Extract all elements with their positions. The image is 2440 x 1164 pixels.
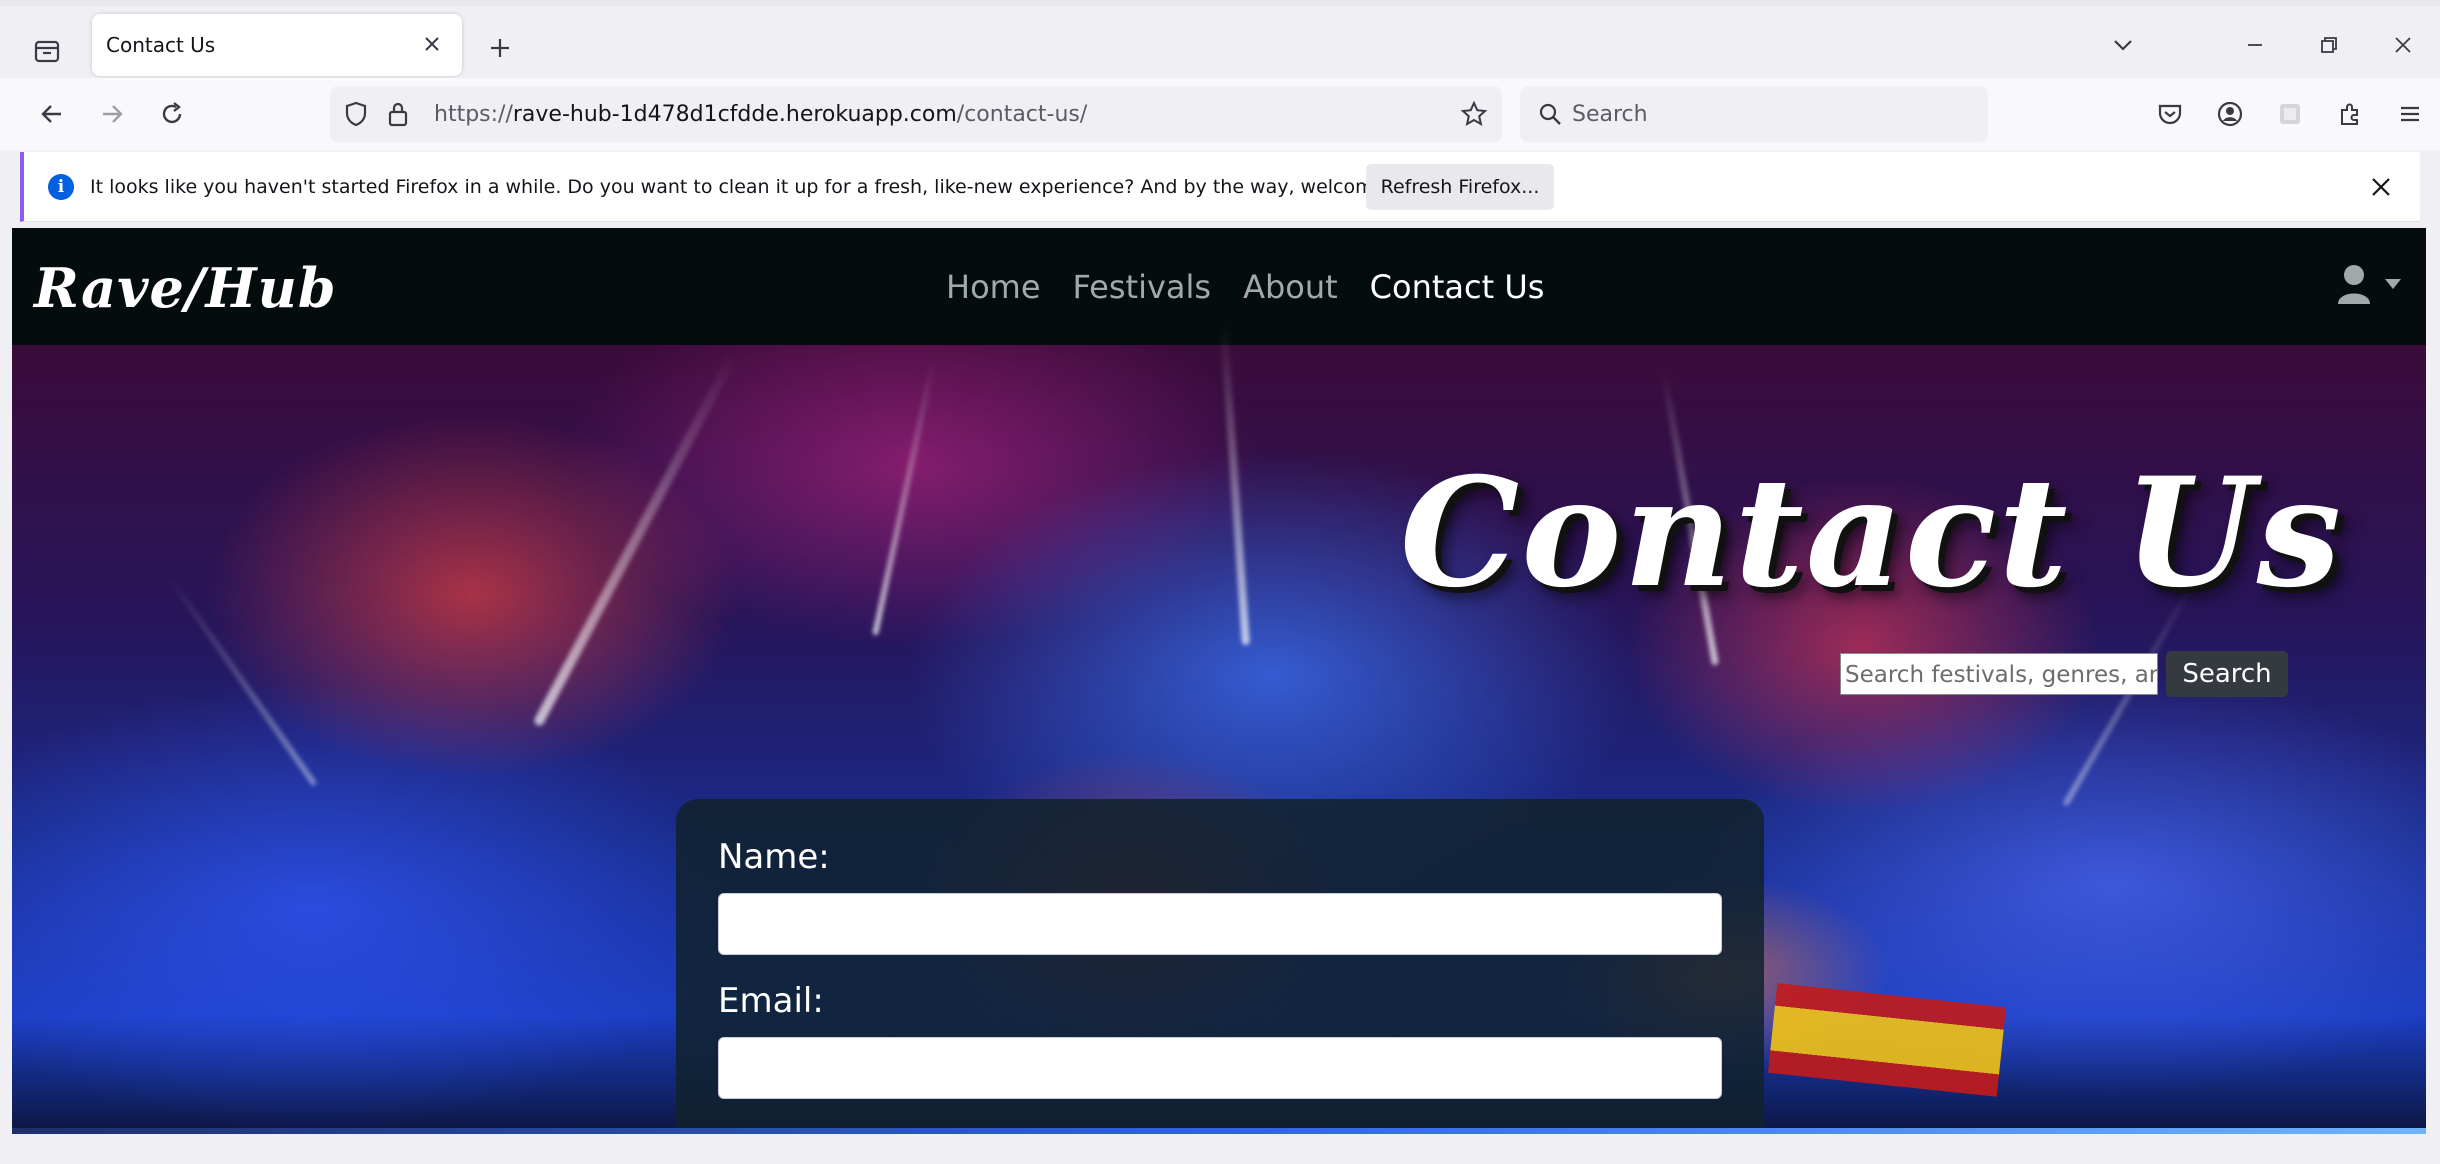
close-window-button[interactable] (2366, 6, 2440, 84)
site-nav-links: Home Festivals About Contact Us (946, 268, 1544, 306)
site-logo[interactable]: Rave/Hub (34, 256, 337, 320)
hamburger-menu-icon (2401, 106, 2419, 122)
extension-placeholder-icon (2280, 104, 2300, 124)
browser-toolbar: https://rave-hub-1d478d1cfdde.herokuapp.… (0, 78, 2440, 150)
firefox-view-button[interactable] (24, 28, 70, 74)
page-bottom-edge (12, 1128, 2426, 1134)
user-menu-dropdown[interactable] (2336, 264, 2402, 304)
nav-link-about[interactable]: About (1243, 268, 1338, 306)
pocket-icon (2158, 104, 2182, 125)
address-bar[interactable]: https://rave-hub-1d478d1cfdde.herokuapp.… (330, 86, 1502, 142)
lock-icon[interactable] (382, 98, 414, 130)
flag-shape (1767, 983, 2007, 1097)
forward-button[interactable] (88, 90, 136, 138)
new-tab-button[interactable] (480, 28, 520, 68)
notification-close-button[interactable] (2362, 168, 2400, 206)
close-window-icon (2395, 37, 2411, 53)
refresh-firefox-notification: i It looks like you haven't started Fire… (20, 152, 2420, 222)
info-icon: i (48, 174, 74, 200)
back-arrow-icon (41, 105, 61, 123)
user-icon (2338, 265, 2370, 304)
minimize-button[interactable] (2218, 6, 2292, 84)
search-icon (1534, 98, 1566, 130)
email-field[interactable] (718, 1037, 1722, 1099)
reload-icon (162, 102, 182, 124)
hero-title: Contact Us (1400, 445, 2344, 621)
close-icon (2372, 178, 2390, 196)
hero-search-form: Search festivals, genres, ar Search (1840, 651, 2288, 697)
site-navbar: Rave/Hub Home Festivals About Contact Us (12, 228, 2426, 345)
account-icon (2217, 101, 2243, 127)
extensions-button[interactable] (2320, 90, 2380, 138)
nav-link-home[interactable]: Home (946, 268, 1041, 306)
name-label: Name: (718, 837, 830, 877)
container-extension-button[interactable] (2260, 90, 2320, 138)
minimize-icon (2248, 44, 2262, 46)
notification-message: It looks like you haven't started Firefo… (90, 176, 1445, 198)
toolbar-right-buttons (2140, 90, 2440, 138)
restore-button[interactable] (2292, 6, 2366, 84)
puzzle-icon (2341, 103, 2358, 125)
bookmark-star-icon[interactable] (1458, 98, 1490, 130)
chevron-down-icon (2114, 40, 2132, 51)
name-field[interactable] (718, 893, 1722, 955)
web-page: Rave/Hub Home Festivals About Contact Us (12, 228, 2426, 1134)
pocket-button[interactable] (2140, 90, 2200, 138)
back-button[interactable] (28, 90, 76, 138)
reload-button[interactable] (148, 90, 196, 138)
hero-banner: Contact Us Search festivals, genres, ar … (12, 325, 2426, 1134)
search-bar[interactable]: Search (1520, 86, 1988, 142)
url-text[interactable]: https://rave-hub-1d478d1cfdde.herokuapp.… (434, 102, 1087, 127)
url-path: /contact-us/ (956, 102, 1088, 127)
email-label: Email: (718, 981, 824, 1021)
window-controls (2088, 6, 2440, 84)
caret-down-icon (2385, 279, 2401, 289)
app-menu-button[interactable] (2380, 90, 2440, 138)
restore-icon (2321, 37, 2337, 53)
nav-link-festivals[interactable]: Festivals (1073, 268, 1212, 306)
tab-close-button[interactable] (416, 28, 448, 60)
tab-bar: Contact Us (0, 0, 2440, 78)
forward-arrow-icon (103, 105, 123, 123)
url-scheme: https:// (434, 102, 513, 127)
plus-icon (491, 39, 509, 57)
firefox-view-icon (34, 40, 60, 63)
nav-link-contact-us[interactable]: Contact Us (1370, 268, 1545, 306)
url-host: rave-hub-1d478d1cfdde.herokuapp.com (512, 102, 957, 127)
tab-contact-us[interactable]: Contact Us (92, 14, 462, 76)
tab-title: Contact Us (106, 33, 216, 57)
refresh-firefox-button[interactable]: Refresh Firefox... (1366, 164, 1554, 210)
close-icon (425, 37, 439, 51)
search-placeholder: Search (1572, 102, 1648, 127)
hero-search-button[interactable]: Search (2166, 651, 2288, 697)
account-button[interactable] (2200, 90, 2260, 138)
festival-search-input[interactable]: Search festivals, genres, ar (1840, 653, 2158, 695)
list-all-tabs-button[interactable] (2088, 6, 2158, 84)
tracking-protection-shield-icon[interactable] (340, 98, 372, 130)
contact-form-card: Name: Email: (676, 799, 1764, 1134)
